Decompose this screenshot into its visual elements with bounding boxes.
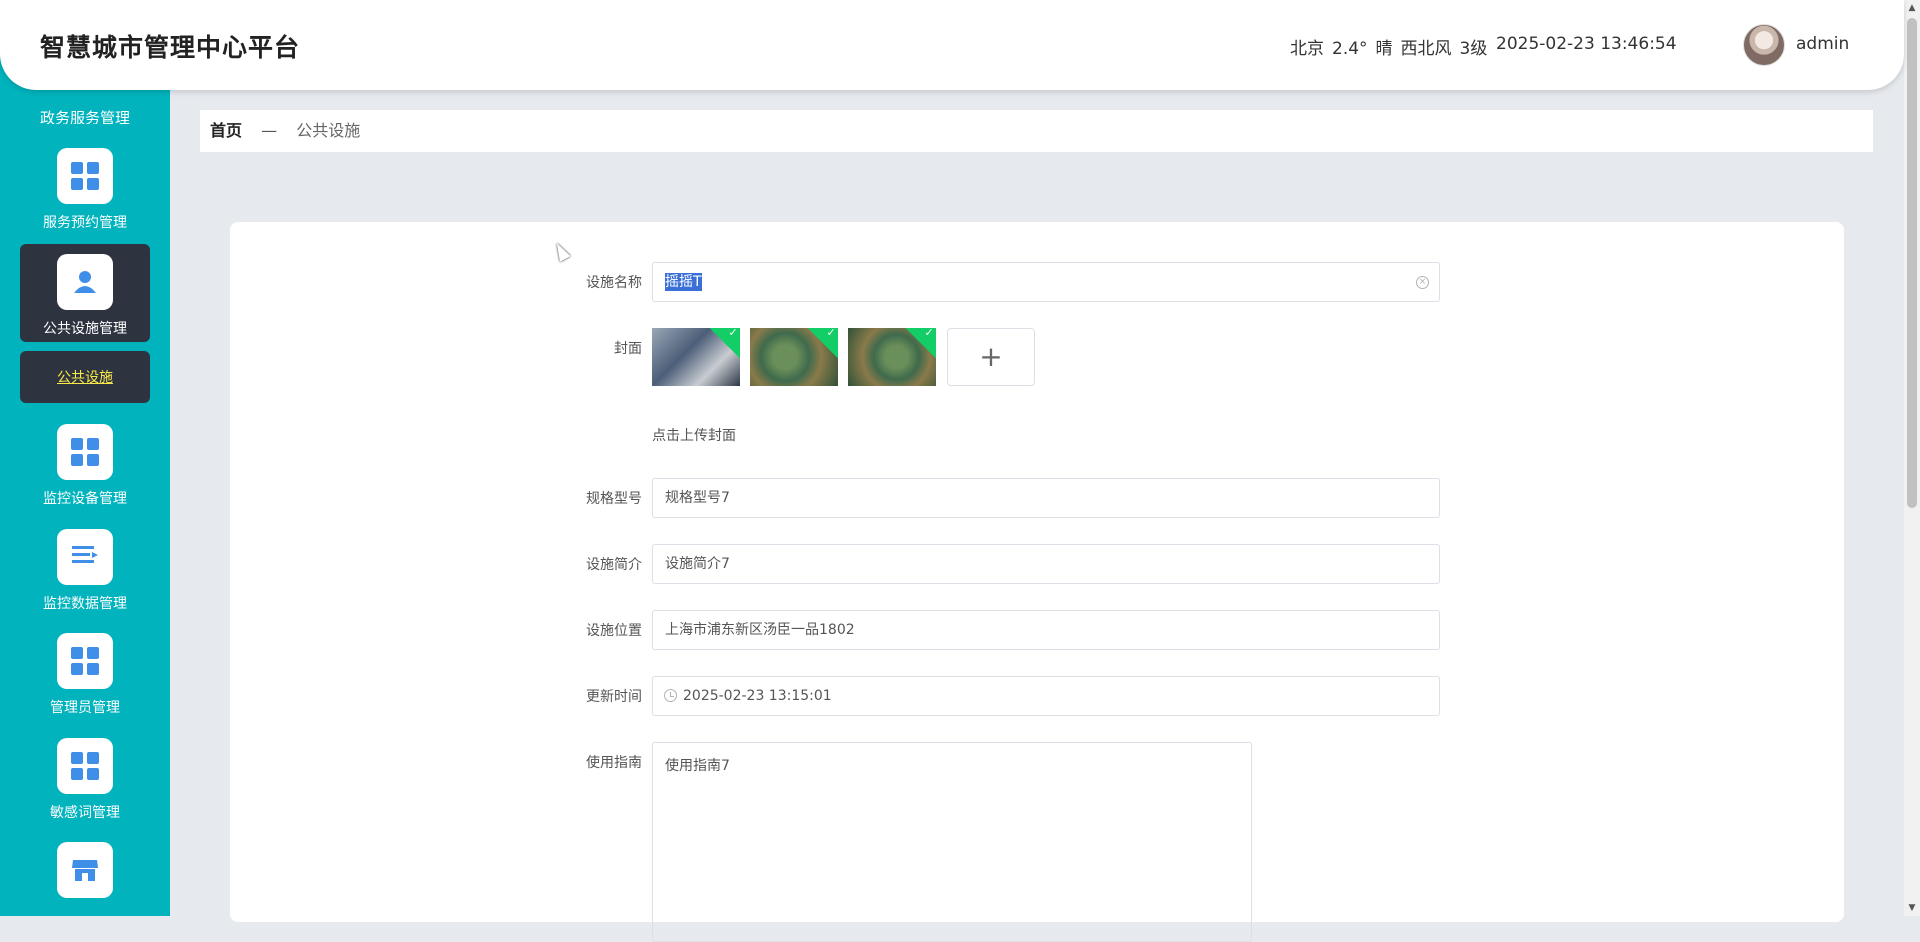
clock-icon xyxy=(664,689,677,702)
location-label: 设施位置 xyxy=(586,623,642,639)
guide-label: 使用指南 xyxy=(586,755,642,771)
sidebar-item-label: 敏感词管理 xyxy=(50,805,120,821)
intro-input[interactable]: 设施简介7 xyxy=(652,544,1440,584)
app-title: 智慧城市管理中心平台 xyxy=(40,33,301,62)
breadcrumb-current: 公共设施 xyxy=(296,121,361,140)
spec-label: 规格型号 xyxy=(586,491,642,507)
sidebar-item-label: 管理员管理 xyxy=(50,700,120,716)
datetime: 2025-02-23 13:46:54 xyxy=(1496,34,1677,54)
grid-icon xyxy=(57,148,113,204)
check-icon xyxy=(804,328,838,360)
cover-label: 封面 xyxy=(614,341,642,357)
cover-thumbnail-1[interactable] xyxy=(652,328,740,386)
sidebar-subitem-public-facility[interactable]: 公共设施 xyxy=(20,351,150,403)
intro-label: 设施简介 xyxy=(586,557,642,573)
breadcrumb-home[interactable]: 首页 xyxy=(210,121,242,140)
username[interactable]: admin xyxy=(1796,34,1849,54)
check-icon xyxy=(706,328,740,360)
page-scrollbar[interactable]: ▲ ▼ xyxy=(1904,0,1920,916)
sidebar-item-admins[interactable]: 管理员管理 xyxy=(20,633,150,731)
breadcrumb: 首页 — 公共设施 xyxy=(200,110,1873,152)
weather-info: 北京 2.4° 晴西北风 3级 xyxy=(1290,39,1488,59)
sidebar-item-sensitive-words[interactable]: 敏感词管理 xyxy=(20,738,150,836)
header: 智慧城市管理中心平台 北京 2.4° 晴西北风 3级 2025-02-23 13:46… xyxy=(0,0,1904,90)
updated-time-picker[interactable]: 2025-02-23 13:15:01 xyxy=(652,676,1440,716)
name-label: 设施名称 xyxy=(586,275,642,291)
shop-icon xyxy=(57,842,113,898)
grid-icon xyxy=(57,424,113,480)
spec-input[interactable]: 规格型号7 xyxy=(652,478,1440,518)
scroll-up-icon[interactable]: ▲ xyxy=(1904,0,1920,16)
scroll-thumb[interactable] xyxy=(1907,18,1917,508)
list-icon xyxy=(57,529,113,585)
user-icon xyxy=(57,254,113,310)
location-input[interactable]: 上海市浦东新区汤臣一品1802 xyxy=(652,610,1440,650)
sidebar-item-monitor-data[interactable]: 监控数据管理 xyxy=(20,529,150,627)
breadcrumb-separator: — xyxy=(261,121,278,140)
upload-cover-button[interactable]: + xyxy=(947,328,1035,386)
clear-icon[interactable]: × xyxy=(1416,276,1429,289)
check-icon xyxy=(902,328,936,360)
cover-thumbnail-3[interactable] xyxy=(848,328,936,386)
sidebar-item-label: 公共设施管理 xyxy=(43,321,127,337)
guide-textarea[interactable]: 使用指南7 xyxy=(652,742,1252,942)
grid-icon xyxy=(57,633,113,689)
avatar[interactable] xyxy=(1743,24,1785,66)
sidebar-item-shop[interactable] xyxy=(20,842,150,916)
sidebar-item-public-facilities[interactable]: 公共设施管理 xyxy=(20,244,150,342)
grid-icon xyxy=(57,738,113,794)
sidebar: 政务服务管理 服务预约管理 公共设施管理 公共设施 监控设备管理 监控数据管理 … xyxy=(0,0,170,916)
cover-thumbnail-2[interactable] xyxy=(750,328,838,386)
sidebar-item-cut[interactable]: 政务服务管理 xyxy=(0,104,170,124)
sidebar-item-label: 监控设备管理 xyxy=(43,491,127,507)
facility-name-input[interactable]: 摇摇T × xyxy=(652,262,1440,302)
sidebar-item-label: 监控数据管理 xyxy=(43,596,127,612)
updated-label: 更新时间 xyxy=(586,689,642,705)
sidebar-item-monitor-devices[interactable]: 监控设备管理 xyxy=(20,424,150,522)
sidebar-item-label: 服务预约管理 xyxy=(43,215,127,231)
facility-form: 设施名称 摇摇T × 封面 + 点击上传封面 规格型号 规格型号7 设施简介 设… xyxy=(230,222,1844,942)
scroll-down-icon[interactable]: ▼ xyxy=(1904,900,1920,916)
upload-hint: 点击上传封面 xyxy=(652,428,736,444)
sidebar-item-service-booking[interactable]: 服务预约管理 xyxy=(20,148,150,246)
